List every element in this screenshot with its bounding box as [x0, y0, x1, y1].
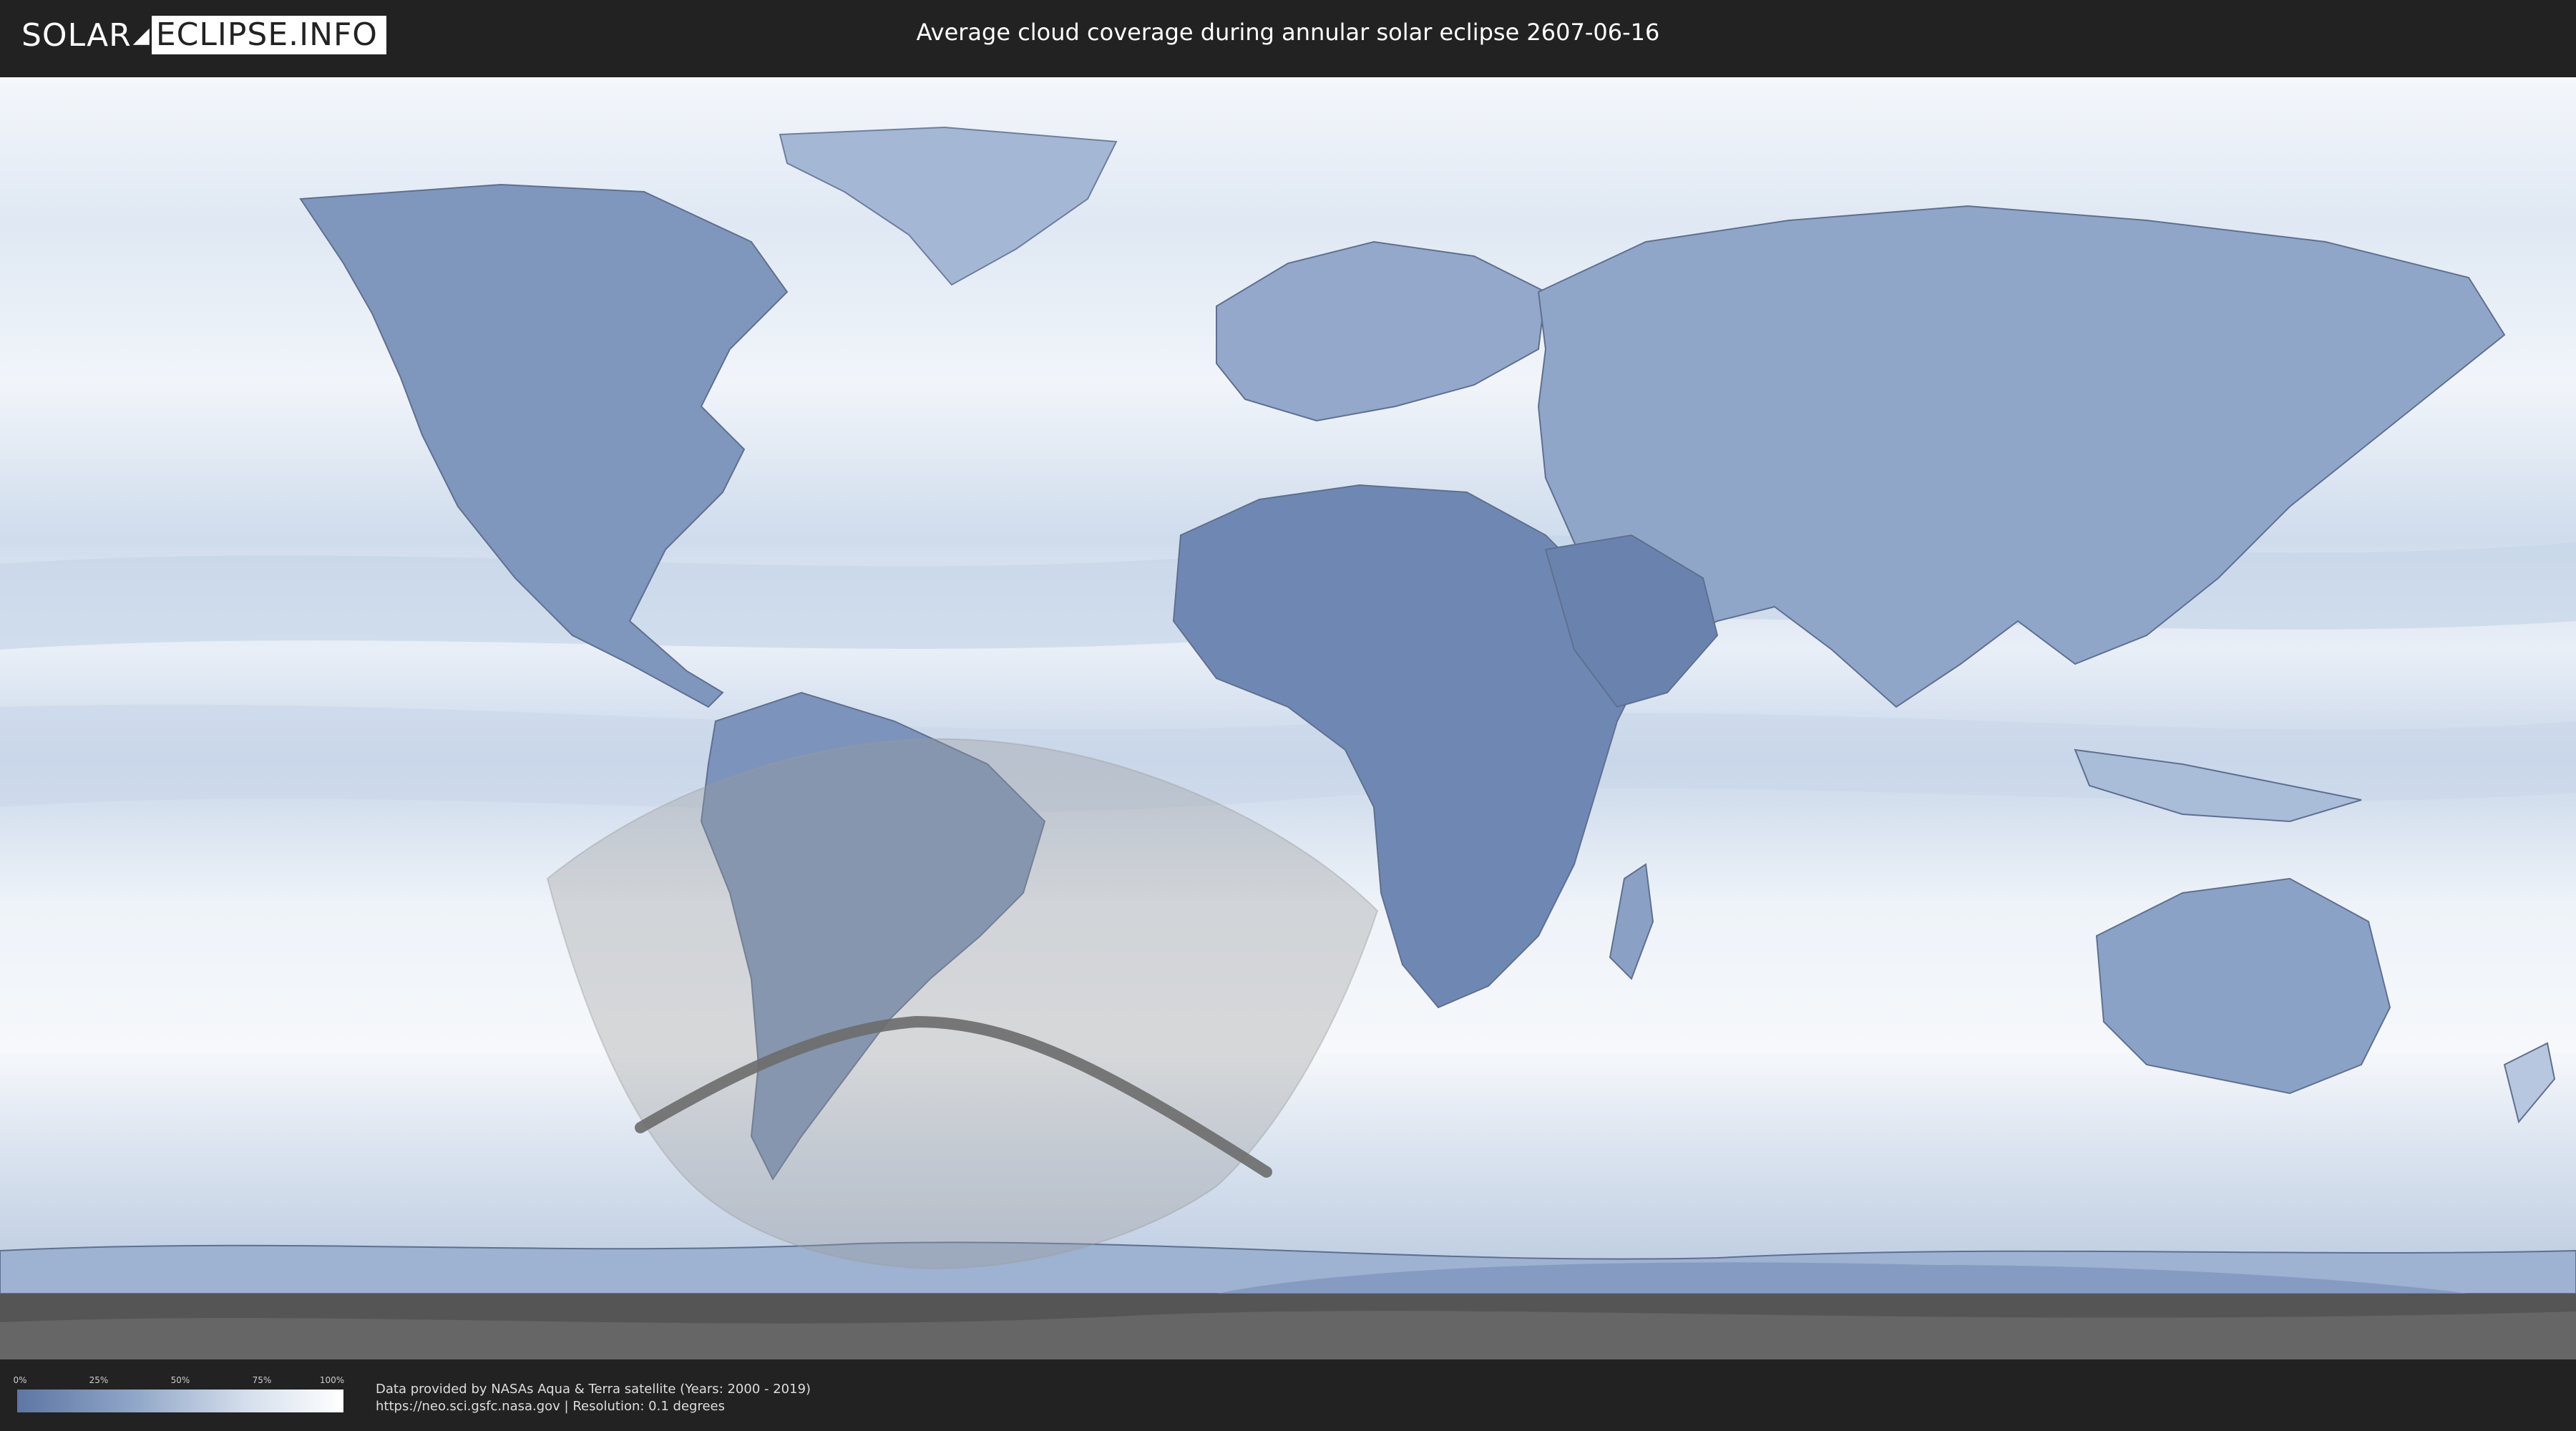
credit-source: Data provided by NASAs Aqua & Terra sate… [376, 1382, 811, 1397]
world-map-svg [0, 77, 2576, 1359]
legend-tick-25: 25% [89, 1375, 109, 1385]
data-credits: Data provided by NASAs Aqua & Terra sate… [376, 1381, 811, 1415]
credit-link[interactable]: https://neo.sci.gsfc.nasa.gov | Resoluti… [376, 1398, 811, 1415]
legend-tick-75: 75% [252, 1375, 272, 1385]
legend-tick-50: 50% [170, 1375, 190, 1385]
page-title: Average cloud coverage during annular so… [916, 19, 1660, 46]
legend-tick-0: 0% [13, 1375, 27, 1385]
legend-tick-100: 100% [319, 1375, 345, 1385]
footer-bar: 0% 25% 50% 75% 100% Data provided by NAS… [0, 1359, 2576, 1431]
cloud-coverage-map [0, 77, 2576, 1359]
legend-color-bar [17, 1390, 343, 1412]
header-bar: SOLAR ◢ ECLIPSE.INFO Average cloud cover… [0, 0, 2576, 72]
